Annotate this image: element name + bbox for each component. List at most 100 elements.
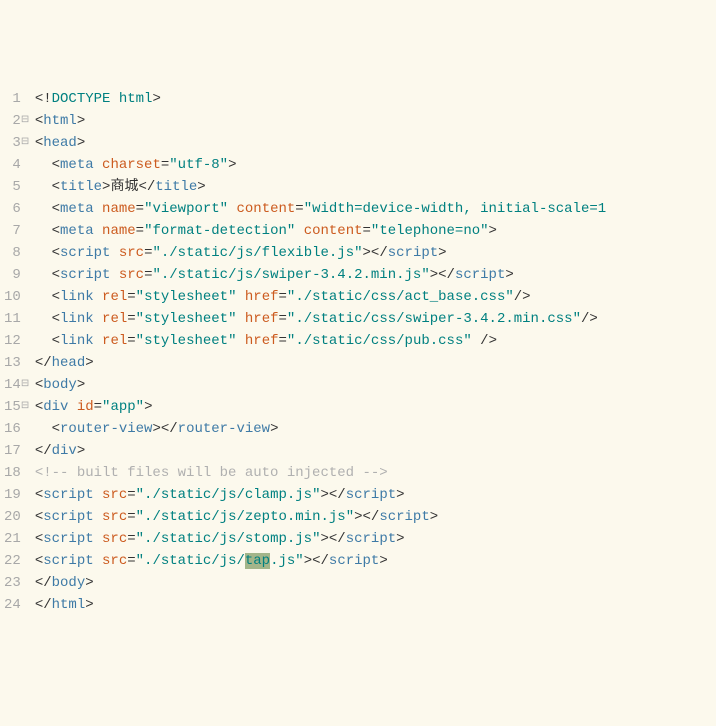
line-number: 14 bbox=[4, 374, 21, 396]
code-line[interactable]: </head> bbox=[35, 352, 716, 374]
code-line[interactable]: <script src="./static/js/zepto.min.js"><… bbox=[35, 506, 716, 528]
code-line[interactable]: <meta name="viewport" content="width=dev… bbox=[35, 198, 716, 220]
token: /> bbox=[581, 311, 598, 327]
gutter-line[interactable]: 13 bbox=[4, 352, 29, 374]
code-line[interactable]: </div> bbox=[35, 440, 716, 462]
gutter-line[interactable]: 9 bbox=[4, 264, 29, 286]
token: meta bbox=[60, 223, 102, 239]
fold-icon[interactable]: ⊟ bbox=[21, 132, 29, 154]
token: "./static/js/clamp.js" bbox=[136, 487, 321, 503]
code-line[interactable]: </body> bbox=[35, 572, 716, 594]
gutter-line[interactable]: 17 bbox=[4, 440, 29, 462]
gutter-line[interactable]: 20 bbox=[4, 506, 29, 528]
gutter-line[interactable]: 14⊟ bbox=[4, 374, 29, 396]
gutter-line[interactable]: 7 bbox=[4, 220, 29, 242]
token: html bbox=[52, 597, 86, 613]
code-line[interactable]: <html> bbox=[35, 110, 716, 132]
code-line[interactable]: <link rel="stylesheet" href="./static/cs… bbox=[35, 286, 716, 308]
code-line[interactable]: <script src="./static/js/flexible.js"></… bbox=[35, 242, 716, 264]
token: = bbox=[279, 289, 287, 305]
token: < bbox=[35, 113, 43, 129]
gutter[interactable]: 12⊟3⊟4567891011121314⊟15⊟161718192021222… bbox=[0, 88, 35, 616]
gutter-line[interactable]: 12 bbox=[4, 330, 29, 352]
line-number: 15 bbox=[4, 396, 21, 418]
token: > bbox=[489, 223, 497, 239]
code-line[interactable]: <!DOCTYPE html> bbox=[35, 88, 716, 110]
token: id bbox=[77, 399, 94, 415]
gutter-line[interactable]: 11 bbox=[4, 308, 29, 330]
token: </ bbox=[35, 597, 52, 613]
token: < bbox=[52, 333, 60, 349]
token bbox=[35, 311, 52, 327]
token: < bbox=[35, 553, 43, 569]
gutter-line[interactable]: 6 bbox=[4, 198, 29, 220]
gutter-line[interactable]: 23 bbox=[4, 572, 29, 594]
token: content bbox=[304, 223, 363, 239]
token: > bbox=[85, 355, 93, 371]
code-line[interactable]: <script src="./static/js/swiper-3.4.2.mi… bbox=[35, 264, 716, 286]
code-line[interactable]: <title>商城</title> bbox=[35, 176, 716, 198]
token: .js" bbox=[270, 553, 304, 569]
gutter-line[interactable]: 4 bbox=[4, 154, 29, 176]
gutter-line[interactable]: 10 bbox=[4, 286, 29, 308]
token: < bbox=[52, 267, 60, 283]
code-line[interactable]: <div id="app"> bbox=[35, 396, 716, 418]
token: </ bbox=[35, 443, 52, 459]
line-number: 18 bbox=[4, 462, 21, 484]
line-number: 4 bbox=[12, 154, 20, 176]
code-line[interactable]: <head> bbox=[35, 132, 716, 154]
token: < bbox=[52, 311, 60, 327]
token: DOCTYPE html bbox=[52, 91, 153, 107]
token bbox=[295, 223, 303, 239]
token: "./static/css/act_base.css" bbox=[287, 289, 514, 305]
token bbox=[237, 333, 245, 349]
token: ></ bbox=[321, 531, 346, 547]
token: script bbox=[43, 553, 102, 569]
gutter-line[interactable]: 1 bbox=[4, 88, 29, 110]
code-line[interactable]: <link rel="stylesheet" href="./static/cs… bbox=[35, 330, 716, 352]
token: = bbox=[127, 311, 135, 327]
token: ></ bbox=[304, 553, 329, 569]
token: </ bbox=[35, 575, 52, 591]
code-line[interactable]: <link rel="stylesheet" href="./static/cs… bbox=[35, 308, 716, 330]
token: = bbox=[94, 399, 102, 415]
fold-icon[interactable]: ⊟ bbox=[21, 110, 29, 132]
gutter-line[interactable]: 15⊟ bbox=[4, 396, 29, 418]
token: > bbox=[228, 157, 236, 173]
gutter-line[interactable]: 5 bbox=[4, 176, 29, 198]
fold-icon[interactable]: ⊟ bbox=[21, 396, 29, 418]
token: script bbox=[455, 267, 505, 283]
gutter-line[interactable]: 8 bbox=[4, 242, 29, 264]
token: > bbox=[438, 245, 446, 261]
gutter-line[interactable]: 24 bbox=[4, 594, 29, 616]
code-line[interactable]: <!-- built files will be auto injected -… bbox=[35, 462, 716, 484]
fold-icon[interactable]: ⊟ bbox=[21, 374, 29, 396]
token: = bbox=[136, 201, 144, 217]
token: </ bbox=[138, 179, 155, 195]
token: < bbox=[35, 487, 43, 503]
token: > bbox=[505, 267, 513, 283]
code-editor[interactable]: 12⊟3⊟4567891011121314⊟15⊟161718192021222… bbox=[0, 88, 716, 616]
code-line[interactable]: <script src="./static/js/tap.js"></scrip… bbox=[35, 550, 716, 572]
code-line[interactable]: <script src="./static/js/stomp.js"></scr… bbox=[35, 528, 716, 550]
code-line[interactable]: <router-view></router-view> bbox=[35, 418, 716, 440]
token: "./static/js/stomp.js" bbox=[136, 531, 321, 547]
token: "viewport" bbox=[144, 201, 228, 217]
gutter-line[interactable]: 18 bbox=[4, 462, 29, 484]
gutter-line[interactable]: 19 bbox=[4, 484, 29, 506]
gutter-line[interactable]: 16 bbox=[4, 418, 29, 440]
code-line[interactable]: <body> bbox=[35, 374, 716, 396]
code-line[interactable]: <meta charset="utf-8"> bbox=[35, 154, 716, 176]
gutter-line[interactable]: 22 bbox=[4, 550, 29, 572]
code-line[interactable]: <script src="./static/js/clamp.js"></scr… bbox=[35, 484, 716, 506]
token: <! bbox=[35, 91, 52, 107]
gutter-line[interactable]: 21 bbox=[4, 528, 29, 550]
token: > bbox=[152, 91, 160, 107]
code-area[interactable]: <!DOCTYPE html><html><head> <meta charse… bbox=[35, 88, 716, 616]
gutter-line[interactable]: 3⊟ bbox=[4, 132, 29, 154]
code-line[interactable]: <meta name="format-detection" content="t… bbox=[35, 220, 716, 242]
token: "./static/js/zepto.min.js" bbox=[136, 509, 354, 525]
code-line[interactable]: </html> bbox=[35, 594, 716, 616]
line-number: 9 bbox=[12, 264, 20, 286]
gutter-line[interactable]: 2⊟ bbox=[4, 110, 29, 132]
